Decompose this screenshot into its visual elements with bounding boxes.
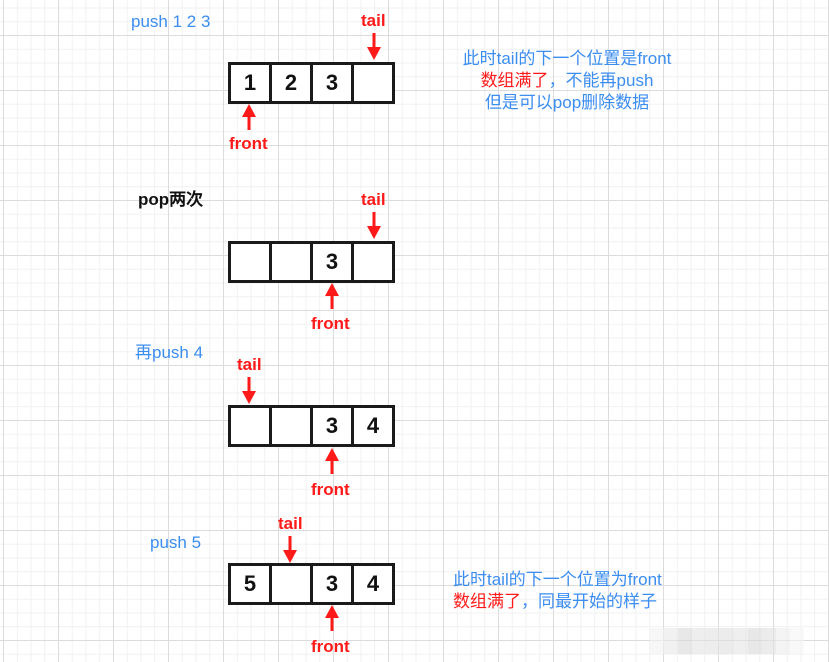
note-full-1: 此时tail的下一个位置是front 数组满了，不能再push 但是可以pop删… <box>447 48 687 114</box>
front-arrow-icon <box>325 448 339 474</box>
array-cell <box>272 244 313 280</box>
queue-array: 3 <box>228 241 395 283</box>
diagram-canvas: { "colors": { "blue": "#3b8df0", "red": … <box>0 0 829 662</box>
array-cell: 4 <box>366 571 380 596</box>
step-label-pop-twice: pop两次 <box>138 190 204 209</box>
front-label: front <box>311 637 350 656</box>
front-arrow-icon <box>325 605 339 631</box>
front-arrow-icon <box>325 283 339 309</box>
front-label: front <box>311 480 350 499</box>
array-cell: 3 <box>313 566 354 602</box>
tail-label: tail <box>278 514 303 533</box>
array-cell: 3 <box>313 408 354 444</box>
array-cell <box>231 408 272 444</box>
step-label-push-4: 再push 4 <box>135 343 204 362</box>
note-line: 此时tail的下一个位置为front <box>453 570 662 589</box>
queue-array: 5 3 4 <box>228 563 395 605</box>
array-cell <box>231 244 272 280</box>
tail-label: tail <box>361 11 386 30</box>
tail-label: tail <box>361 190 386 209</box>
front-label: front <box>229 134 268 153</box>
array-cell: 1 <box>231 65 272 101</box>
array-cell: 2 <box>272 65 313 101</box>
array-cell <box>272 566 313 602</box>
queue-array: 1 2 3 <box>228 62 395 104</box>
tail-arrow-icon <box>367 33 381 60</box>
note-line: 数组满了，不能再push <box>480 71 654 90</box>
note-line: 数组满了，同最开始的样子 <box>453 592 657 611</box>
tail-arrow-icon <box>283 536 297 563</box>
front-arrow-icon <box>242 104 256 130</box>
queue-array: 3 4 <box>228 405 395 447</box>
array-cell: 5 <box>231 566 272 602</box>
note-line: 但是可以pop删除数据 <box>484 93 650 112</box>
note-line: 此时tail的下一个位置是front <box>462 49 672 68</box>
note-full-2: 此时tail的下一个位置为front 数组满了，同最开始的样子 <box>453 569 693 613</box>
array-cell <box>272 408 313 444</box>
blurred-watermark <box>650 628 804 654</box>
array-cell <box>354 65 392 101</box>
tail-arrow-icon <box>367 212 381 239</box>
array-cell: 3 <box>313 244 354 280</box>
tail-arrow-icon <box>242 377 256 404</box>
array-cell: 4 <box>366 413 380 438</box>
tail-label: tail <box>237 355 262 374</box>
array-cell: 3 <box>313 65 354 101</box>
step-label-push-1-2-3: push 1 2 3 <box>131 12 211 31</box>
array-cell <box>354 244 392 280</box>
front-label: front <box>311 314 350 333</box>
step-label-push-5: push 5 <box>150 533 202 552</box>
